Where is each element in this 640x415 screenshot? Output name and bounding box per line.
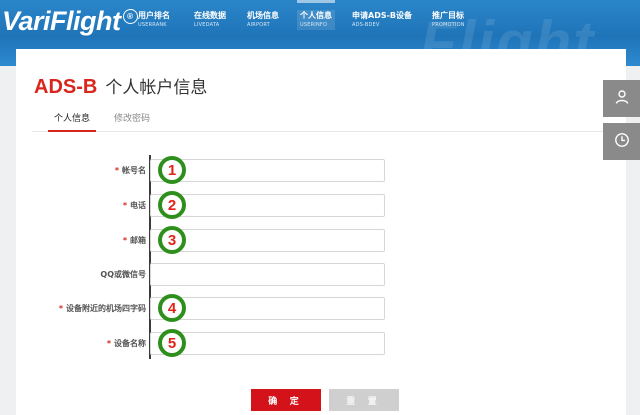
form-left-border [149,155,151,359]
account-label-text: 帐号名 [122,166,146,175]
marker-3-number: 3 [167,231,177,249]
nav-item-ads-b-device[interactable]: 申请ADS-B设备 ADS-BDEV [352,10,412,30]
qq-wechat-label: QQ或微信号 [18,263,146,287]
side-history-button[interactable] [603,123,640,160]
marker-1-badge: 1 [158,156,186,184]
required-mark: * [122,236,127,245]
page-title-brand: ADS-B [34,76,98,98]
tab-change-password[interactable]: 修改密码 [108,113,156,130]
main-card: ADS-B 个人帐户信息 个人信息 修改密码 * 帐号名 1 * 电话 2 * 邮箱 … [16,49,626,415]
required-mark: * [122,201,127,210]
email-label-text: 邮箱 [130,236,146,245]
marker-5-badge: 5 [158,329,186,357]
nav-item-userrank[interactable]: 用户排名 USERRANK [138,10,170,30]
marker-3-badge: 3 [158,226,186,254]
page-title-text: 个人帐户信息 [105,78,208,98]
nav-item-livedata[interactable]: 在线数据 LIVEDATA [194,10,226,30]
phone-label: * 电话 [18,194,146,218]
marker-4-badge: 4 [158,294,186,322]
marker-4-number: 4 [167,299,177,317]
nav-item-airport[interactable]: 机场信息 AIRPORT [247,10,279,30]
registered-mark-icon: ® [122,9,138,24]
tab-bar: 个人信息 修改密码 [32,111,612,132]
nav-label: 个人信息 [300,11,332,20]
required-mark: * [114,166,119,175]
nav-item-userinfo[interactable]: 个人信息 USERINFO [297,0,335,30]
device-name-label: * 设备名称 [18,332,146,356]
nav-label: 用户排名 [138,11,170,20]
qq-wechat-label-text: QQ或微信号 [100,270,146,279]
page-title: ADS-B 个人帐户信息 [34,73,207,99]
nav-sublabel: USERRANK [138,22,167,28]
email-label: * 邮箱 [18,229,146,253]
marker-5-number: 5 [167,334,177,352]
nav-sublabel: USERINFO [300,22,328,28]
side-user-button[interactable] [603,80,640,117]
tab-personal-info[interactable]: 个人信息 [48,113,97,132]
reset-button[interactable]: 重 置 [329,389,399,411]
phone-label-text: 电话 [130,201,146,210]
nav-sublabel: PROMOTION [432,22,465,28]
required-mark: * [106,339,111,348]
nav-label: 推广目标 [432,11,464,20]
logo-text: VariFlight [2,6,121,36]
nav-sublabel: AIRPORT [247,22,270,28]
marker-2-badge: 2 [158,191,186,219]
submit-button[interactable]: 确 定 [251,389,321,411]
required-mark: * [58,304,63,313]
nav-item-promotion[interactable]: 推广目标 PROMOTION [432,10,465,30]
nav-sublabel: LIVEDATA [194,22,220,28]
nav-sublabel: ADS-BDEV [352,22,380,28]
qq-wechat-input[interactable] [150,263,385,286]
marker-2-number: 2 [167,196,177,214]
airport-code-label: * 设备附近的机场四字码 [18,297,146,321]
user-icon [614,89,630,109]
variflight-logo[interactable]: VariFlight ® [2,6,138,36]
clock-icon [614,132,630,152]
device-name-label-text: 设备名称 [114,339,146,348]
nav-label: 在线数据 [194,11,226,20]
airport-code-label-text: 设备附近的机场四字码 [66,304,146,313]
nav-label: 申请ADS-B设备 [352,11,413,20]
marker-1-number: 1 [167,161,177,179]
account-label: * 帐号名 [18,159,146,183]
nav-label: 机场信息 [247,11,279,20]
